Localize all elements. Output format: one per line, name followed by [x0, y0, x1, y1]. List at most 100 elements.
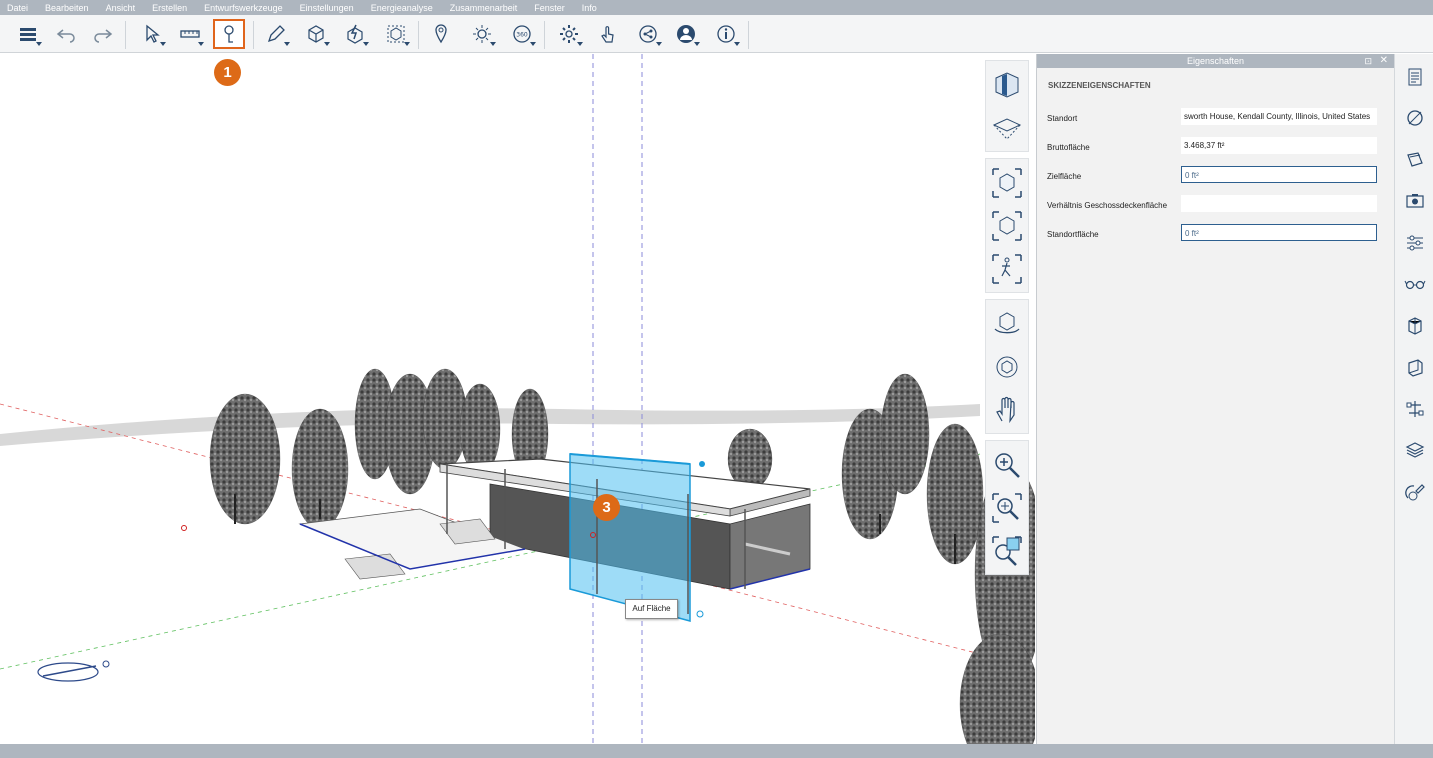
dropdown-arrow-icon[interactable]	[36, 42, 42, 46]
menu-item-7[interactable]: Zusammenarbeit	[450, 3, 518, 13]
hand-touch-icon	[597, 23, 619, 45]
camera-icon	[1404, 190, 1426, 212]
pan-hand-icon	[990, 393, 1024, 427]
render-icon	[1404, 315, 1426, 337]
menu-item-6[interactable]: Energieanalyse	[371, 3, 433, 13]
measure-button[interactable]	[174, 19, 206, 49]
menu-bar: Datei Bearbeiten Ansicht Erstellen Entwurfsw…	[0, 0, 1433, 15]
dropdown-arrow-icon[interactable]	[656, 42, 662, 46]
orbit-360-button[interactable]: 360	[506, 19, 538, 49]
3d-viewport[interactable]: Auf Fläche 3	[0, 54, 1035, 744]
sun-button[interactable]	[466, 19, 498, 49]
box-button[interactable]	[300, 19, 332, 49]
view-cube-top-icon	[990, 111, 1024, 145]
property-row: Verhältnis Geschossdeckenfläche	[1037, 195, 1394, 224]
menu-item-4[interactable]: Entwurfswerkzeuge	[204, 3, 283, 13]
view-cube-top-button[interactable]	[986, 106, 1028, 149]
scene-canvas[interactable]	[0, 54, 1035, 744]
paint-tab[interactable]	[1395, 471, 1433, 513]
dropdown-arrow-icon[interactable]	[160, 42, 166, 46]
settings-sliders-icon	[1404, 232, 1426, 254]
menu-item-1[interactable]: Bearbeiten	[45, 3, 89, 13]
look-button[interactable]	[986, 345, 1028, 388]
modify-button[interactable]	[339, 19, 371, 49]
dropdown-arrow-icon[interactable]	[490, 42, 496, 46]
user-button[interactable]	[670, 19, 702, 49]
pan-hand-button[interactable]	[986, 388, 1028, 431]
toolbar-separator	[253, 21, 254, 49]
info-button[interactable]	[710, 19, 742, 49]
zoom-window-icon	[990, 491, 1024, 525]
render-tab[interactable]	[1395, 305, 1433, 347]
dropdown-arrow-icon[interactable]	[363, 42, 369, 46]
menu-item-5[interactable]: Einstellungen	[300, 3, 354, 13]
menu-item-0[interactable]: Datei	[7, 3, 28, 13]
property-label: Bruttofläche	[1047, 143, 1090, 152]
pencil-button[interactable]	[260, 19, 292, 49]
styles-tab[interactable]	[1395, 139, 1433, 181]
undo-icon	[55, 23, 77, 45]
property-input[interactable]: 0 ft²	[1181, 224, 1377, 241]
dropdown-arrow-icon[interactable]	[530, 42, 536, 46]
hand-touch-button[interactable]	[592, 19, 624, 49]
settings-sliders-tab[interactable]	[1395, 222, 1433, 264]
nav-group-1	[985, 158, 1029, 293]
glasses-tab[interactable]	[1395, 264, 1433, 306]
sketch-tool-button[interactable]	[213, 19, 245, 49]
zoom-extent-box-button[interactable]	[986, 161, 1028, 204]
walk-button[interactable]	[986, 247, 1028, 290]
gear-button[interactable]	[553, 19, 585, 49]
layers-tab[interactable]	[1395, 430, 1433, 472]
zoom-box-button[interactable]	[986, 204, 1028, 247]
menu-item-3[interactable]: Erstellen	[152, 3, 187, 13]
layers-icon	[1404, 439, 1426, 461]
look-icon	[990, 350, 1024, 384]
dropdown-arrow-icon[interactable]	[324, 42, 330, 46]
view-cube-front-button[interactable]	[986, 63, 1028, 106]
pin-icon[interactable]: ⊡	[1364, 54, 1372, 68]
property-value	[1181, 195, 1377, 212]
orbit-icon	[990, 307, 1024, 341]
view-button[interactable]	[380, 19, 412, 49]
toolbar-separator	[125, 21, 126, 49]
redo-button[interactable]	[87, 19, 119, 49]
location-pin-button[interactable]	[425, 19, 457, 49]
properties-list-tab[interactable]	[1395, 56, 1433, 98]
zoom-window-button[interactable]	[986, 486, 1028, 529]
section-tab[interactable]	[1395, 347, 1433, 389]
menu-stack-button[interactable]	[12, 19, 44, 49]
menu-item-8[interactable]: Fenster	[534, 3, 565, 13]
property-input[interactable]: 0 ft²	[1181, 166, 1377, 183]
dropdown-arrow-icon[interactable]	[734, 42, 740, 46]
zoom-in-button[interactable]	[986, 443, 1028, 486]
redo-icon	[92, 23, 114, 45]
svg-text:360: 360	[516, 32, 528, 39]
properties-panel-title: Eigenschaften ⊡ ✕	[1037, 54, 1394, 68]
camera-tab[interactable]	[1395, 181, 1433, 223]
dropdown-arrow-icon[interactable]	[404, 42, 410, 46]
styles-icon	[1404, 149, 1426, 171]
dropdown-arrow-icon[interactable]	[284, 42, 290, 46]
zoom-selection-button[interactable]	[986, 529, 1028, 572]
property-label: Zielfläche	[1047, 172, 1082, 181]
close-icon[interactable]: ✕	[1380, 54, 1388, 68]
menu-item-2[interactable]: Ansicht	[106, 3, 136, 13]
select-arrow-button[interactable]	[136, 19, 168, 49]
dropdown-arrow-icon[interactable]	[694, 42, 700, 46]
section-heading: SKIZZENEIGENSCHAFTEN	[1048, 81, 1151, 90]
dropdown-arrow-icon[interactable]	[198, 42, 204, 46]
app-window: Datei Bearbeiten Ansicht Erstellen Entwurfsw…	[0, 0, 1433, 758]
property-row: Standort sworth House, Kendall County, Il…	[1037, 108, 1394, 137]
share-button[interactable]	[632, 19, 664, 49]
menu-item-9[interactable]: Info	[582, 3, 597, 13]
orbit-button[interactable]	[986, 302, 1028, 345]
nav-group-0	[985, 60, 1029, 152]
materials-tab[interactable]	[1395, 98, 1433, 140]
property-rows: Standort sworth House, Kendall County, Il…	[1037, 108, 1394, 253]
step-badge-3: 3	[593, 494, 620, 521]
side-icon-panel	[1394, 54, 1433, 744]
hierarchy-tab[interactable]	[1395, 388, 1433, 430]
dropdown-arrow-icon[interactable]	[577, 42, 583, 46]
toolbar-separator	[418, 21, 419, 49]
undo-button[interactable]	[50, 19, 82, 49]
